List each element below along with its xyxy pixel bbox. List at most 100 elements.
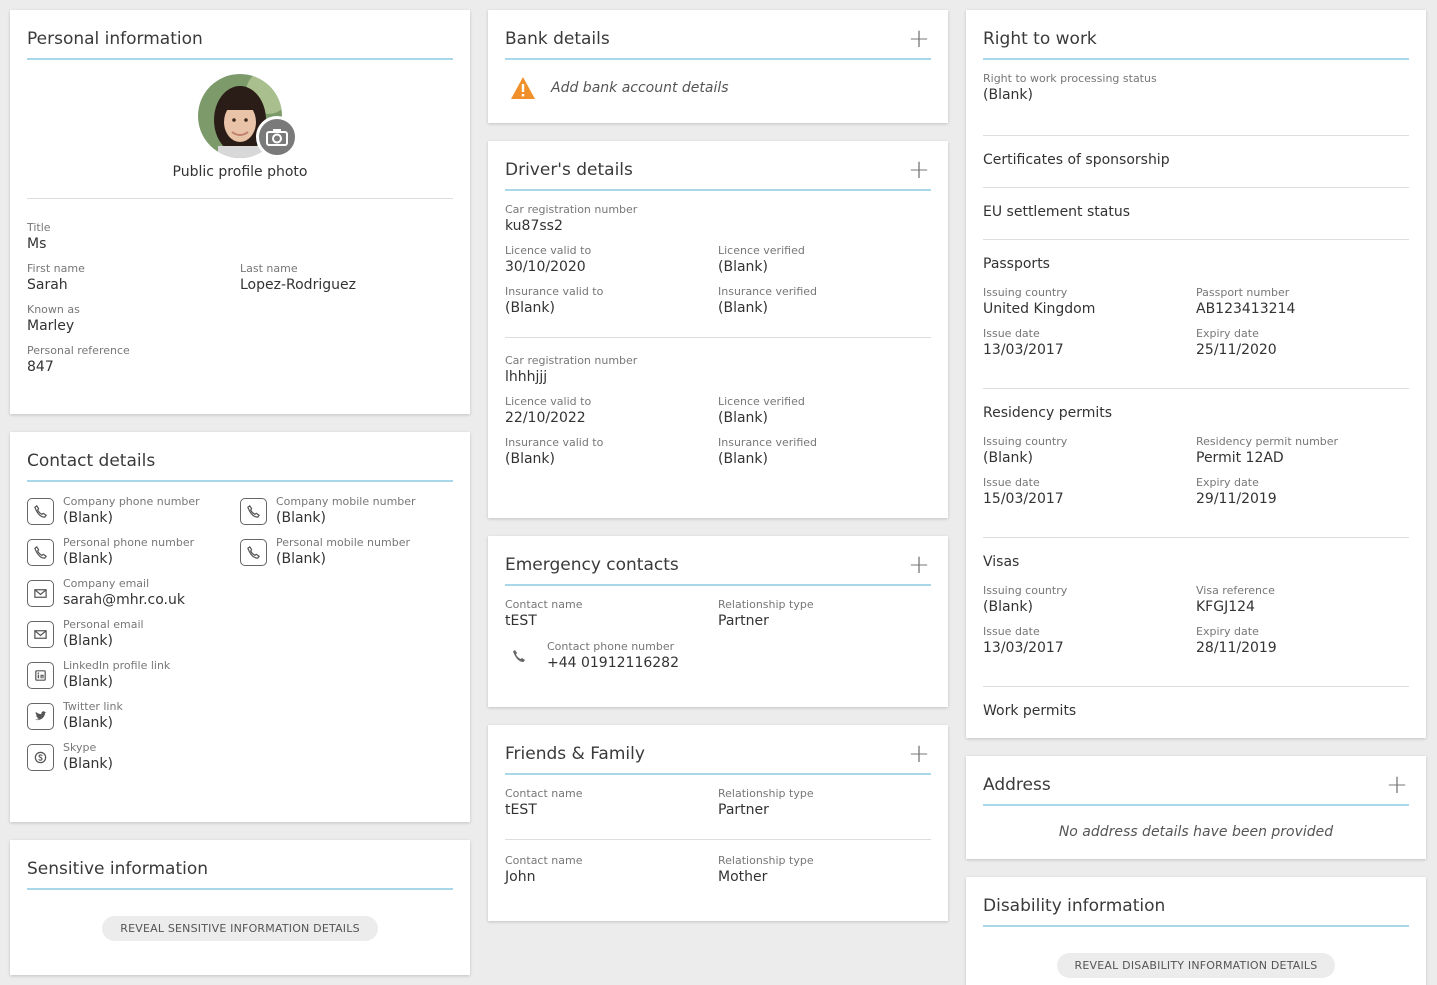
- add-bank-button[interactable]: +: [907, 26, 931, 52]
- field-value: (Blank): [276, 551, 326, 567]
- address-card: Address + No address details have been p…: [966, 756, 1426, 859]
- add-driver-button[interactable]: +: [907, 157, 931, 183]
- divider: [505, 839, 931, 840]
- field-label: Insurance valid to: [505, 436, 604, 449]
- reveal-disability-button[interactable]: REVEAL DISABILITY INFORMATION DETAILS: [1056, 953, 1336, 978]
- camera-icon[interactable]: [256, 116, 298, 158]
- residency-permits-section[interactable]: Residency permits Issuing country (Blank)…: [983, 389, 1409, 538]
- field-value: tEST: [505, 802, 537, 818]
- company-mobile[interactable]: Company mobile number (Blank): [240, 495, 453, 527]
- field-value: (Blank): [983, 599, 1033, 615]
- field-label: Car registration number: [505, 203, 638, 216]
- company-phone[interactable]: Company phone number (Blank): [27, 495, 240, 527]
- phone-row: Company phone number (Blank) Company mobi…: [27, 486, 453, 527]
- field-value: Marley: [27, 318, 75, 334]
- field-value: 22/10/2022: [505, 410, 586, 426]
- add-friend-button[interactable]: +: [907, 741, 931, 767]
- field-value: Lopez-Rodriguez: [240, 277, 356, 293]
- personal-phone[interactable]: Personal phone number (Blank): [27, 536, 240, 568]
- card-header: Driver's details +: [505, 157, 931, 191]
- friends-family-card: Friends & Family + Contact name tEST Rela…: [488, 725, 948, 921]
- emergency-phone[interactable]: Contact phone number +44 01912116282: [505, 640, 931, 672]
- card-title: Emergency contacts: [505, 555, 679, 575]
- field-value: Partner: [718, 802, 769, 818]
- section-title: Certificates of sponsorship: [983, 152, 1170, 168]
- linkedin-link[interactable]: LinkedIn profile link (Blank): [27, 659, 453, 691]
- card-title: Driver's details: [505, 160, 633, 180]
- field-label: Known as: [27, 303, 80, 316]
- address-message: No address details have been provided: [1058, 824, 1334, 840]
- field-value: Mother: [718, 869, 768, 885]
- bank-warning[interactable]: Add bank account details: [505, 76, 931, 100]
- field-label: Relationship type: [718, 854, 814, 867]
- add-emergency-button[interactable]: +: [907, 552, 931, 578]
- field-value: John: [505, 869, 536, 885]
- rtw-status-section: Right to work processing status (Blank): [983, 60, 1409, 136]
- field-label: Passport number: [1196, 286, 1290, 299]
- mail-icon: [27, 579, 54, 607]
- field-value: sarah@mhr.co.uk: [63, 592, 185, 608]
- friend-entry[interactable]: Contact name John Relationship type Mother: [505, 854, 931, 886]
- field-value: (Blank): [718, 451, 768, 467]
- card-header: Address +: [983, 772, 1409, 806]
- field-label: First name: [27, 262, 85, 275]
- divider: [505, 337, 931, 338]
- certificates-section[interactable]: Certificates of sponsorship: [983, 136, 1409, 188]
- phone-icon: [27, 497, 54, 525]
- driver-entry[interactable]: Car registration number ku87ss2 Licence …: [505, 203, 931, 317]
- avatar[interactable]: [198, 74, 298, 158]
- bank-details-card: Bank details + Add bank account details: [488, 10, 948, 123]
- field-label: Company email: [63, 577, 150, 590]
- column-left: Personal information Public profile phot…: [10, 10, 470, 985]
- company-email[interactable]: Company email sarah@mhr.co.uk: [27, 577, 453, 609]
- card-title: Personal information: [27, 29, 203, 49]
- bank-message: Add bank account details: [551, 80, 729, 96]
- work-permits-section[interactable]: Work permits: [983, 687, 1409, 737]
- field-value: Permit 12AD: [1196, 450, 1284, 466]
- field-label: Issuing country: [983, 435, 1068, 448]
- personal-mobile[interactable]: Personal mobile number (Blank): [240, 536, 453, 568]
- field-label: Licence verified: [718, 395, 805, 408]
- personal-email[interactable]: Personal email (Blank): [27, 618, 453, 650]
- card-header: Bank details +: [505, 26, 931, 60]
- field-label: Twitter link: [63, 700, 123, 713]
- driver-entry[interactable]: Car registration number lhhhjjj Licence …: [505, 354, 931, 468]
- column-middle: Bank details + Add bank account details …: [488, 10, 948, 939]
- disability-information-card: Disability information REVEAL DISABILITY…: [966, 877, 1426, 985]
- add-address-button[interactable]: +: [1385, 772, 1409, 798]
- card-header: Sensitive information: [27, 856, 453, 890]
- field-label: Expiry date: [1196, 625, 1259, 638]
- field-label: Personal mobile number: [276, 536, 410, 549]
- eu-settlement-section[interactable]: EU settlement status: [983, 188, 1409, 240]
- field-label: Issuing country: [983, 286, 1068, 299]
- field-label: Insurance valid to: [505, 285, 604, 298]
- first-name-field: First name Sarah: [27, 262, 240, 294]
- warning-icon: [511, 77, 535, 99]
- field-value: (Blank): [718, 410, 768, 426]
- skype-link[interactable]: Skype (Blank): [27, 741, 453, 773]
- field-value: 28/11/2019: [1196, 640, 1277, 656]
- friend-entry[interactable]: Contact name tEST Relationship type Partne…: [505, 787, 931, 819]
- field-label: Issue date: [983, 625, 1040, 638]
- reveal-sensitive-button[interactable]: REVEAL SENSITIVE INFORMATION DETAILS: [102, 916, 378, 941]
- twitter-icon: [27, 702, 54, 730]
- field-value: Partner: [718, 613, 769, 629]
- passports-section[interactable]: Passports Issuing country United Kingdom …: [983, 240, 1409, 389]
- field-value: 13/03/2017: [983, 640, 1064, 656]
- card-title: Friends & Family: [505, 744, 645, 764]
- section-title: Passports: [983, 256, 1050, 272]
- field-value: (Blank): [63, 551, 113, 567]
- skype-icon: [27, 743, 54, 771]
- field-label: Last name: [240, 262, 298, 275]
- section-title: Residency permits: [983, 405, 1113, 421]
- field-value: 15/03/2017: [983, 491, 1064, 507]
- field-label: Relationship type: [718, 787, 814, 800]
- visas-section[interactable]: Visas Issuing country (Blank) Visa refere…: [983, 538, 1409, 687]
- twitter-link[interactable]: Twitter link (Blank): [27, 700, 453, 732]
- card-header: Friends & Family +: [505, 741, 931, 775]
- field-value: (Blank): [63, 633, 113, 649]
- emergency-entry[interactable]: Contact name tEST Relationship type Partne…: [505, 598, 931, 672]
- field-label: Expiry date: [1196, 327, 1259, 340]
- field-value: +44 01912116282: [547, 655, 679, 671]
- column-right: Right to work Right to work processing s…: [966, 10, 1426, 985]
